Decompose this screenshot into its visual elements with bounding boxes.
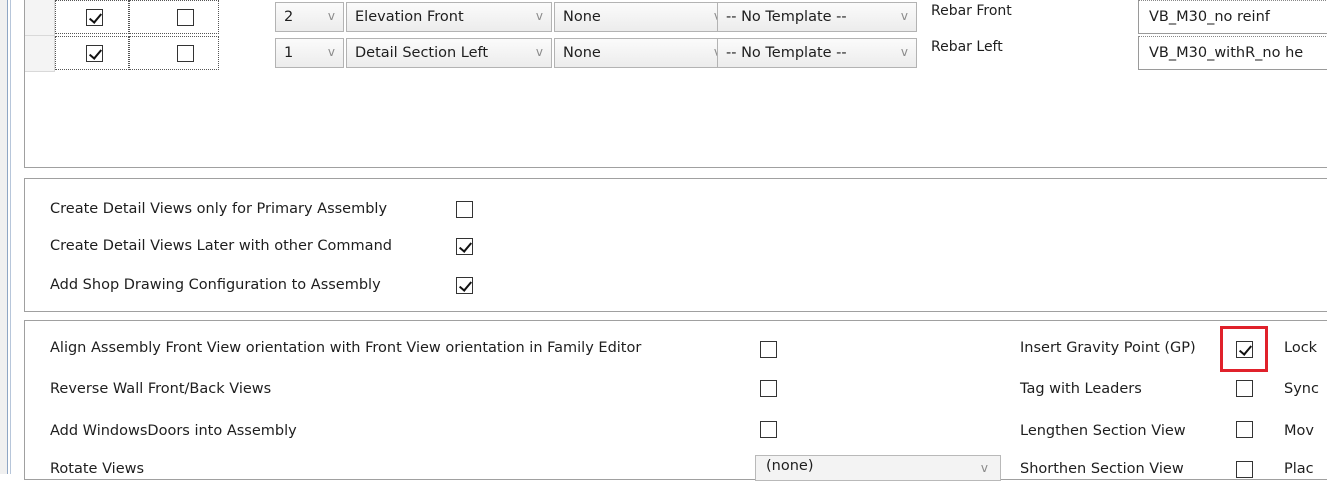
template-value: -- No Template -- [726,9,847,25]
row-enabled-checkbox[interactable] [86,45,103,62]
window-edge-line [10,0,11,474]
grid-row-1: 2 v Elevation Front v None v -- No Templ… [25,0,1327,36]
value-cell[interactable]: VB_M30_withR_no he [1138,36,1327,70]
chevron-down-icon: v [535,9,543,23]
view-combo[interactable]: Elevation Front v [346,2,552,32]
highlight-box [1220,326,1268,372]
value-cell[interactable]: VB_M30_no reinf [1138,0,1327,34]
name-value: Rebar Front [931,3,1012,19]
align-front-label: Align Assembly Front View orientation wi… [50,340,642,356]
name-cell[interactable]: Rebar Front [925,0,1130,34]
chevron-down-icon: v [900,9,908,23]
detail-options-group: Create Detail Views only for Primary Ass… [24,178,1327,312]
reverse-wall-checkbox[interactable] [760,380,777,397]
row-header[interactable] [25,0,55,36]
name-value: Rebar Left [931,39,1003,55]
shorthen-section-label: Shorthen Section View [1020,461,1184,477]
window-edge [0,0,8,474]
row-enabled-checkbox[interactable] [86,9,103,26]
chevron-down-icon: v [535,45,543,59]
lengthen-section-checkbox[interactable] [1236,421,1253,438]
option-combo[interactable]: None v [554,2,730,32]
lengthen-section-label: Lengthen Section View [1020,423,1186,439]
value-text: VB_M30_no reinf [1149,9,1270,25]
later-command-label: Create Detail Views Later with other Com… [50,238,392,254]
lock-label: Lock [1284,340,1318,356]
reverse-wall-label: Reverse Wall Front/Back Views [50,381,272,397]
value-text: VB_M30_withR_no he [1149,45,1304,61]
tag-leaders-label: Tag with Leaders [1020,381,1142,397]
row-option-checkbox[interactable] [177,45,194,62]
number-value: 2 [284,9,294,25]
move-label: Mov [1284,423,1314,439]
later-command-checkbox[interactable] [456,238,473,255]
windows-doors-label: Add WindowsDoors into Assembly [50,423,297,439]
gravity-point-label: Insert Gravity Point (GP) [1020,340,1196,356]
place-label: Plac [1284,461,1314,477]
template-combo[interactable]: -- No Template -- v [717,38,917,68]
grid-cell [55,36,129,70]
grid-cell [129,36,219,70]
view-value: Elevation Front [355,9,464,25]
sync-label: Sync [1284,381,1319,397]
row-header[interactable] [25,36,55,72]
option-value: None [563,9,601,25]
view-value: Detail Section Left [355,45,489,61]
primary-only-label: Create Detail Views only for Primary Ass… [50,201,388,217]
number-value: 1 [284,45,294,61]
name-cell[interactable]: Rebar Left [925,36,1130,70]
views-grid: 2 v Elevation Front v None v -- No Templ… [24,0,1327,168]
row-option-checkbox[interactable] [177,9,194,26]
primary-only-checkbox[interactable] [456,201,473,218]
template-combo[interactable]: -- No Template -- v [717,2,917,32]
rotate-views-select[interactable]: (none) v [755,455,1001,481]
option-value: None [563,45,601,61]
number-combo[interactable]: 1 v [275,38,344,68]
chevron-down-icon: v [327,45,335,59]
shop-drawing-label: Add Shop Drawing Configuration to Assemb… [50,277,381,293]
template-value: -- No Template -- [726,45,847,61]
grid-row-2: 1 v Detail Section Left v None v -- No T… [25,36,1327,72]
chevron-down-icon: v [900,45,908,59]
chevron-down-icon: v [327,9,335,23]
align-front-checkbox[interactable] [760,341,777,358]
option-combo[interactable]: None v [554,38,730,68]
chevron-down-icon: v [980,461,988,475]
view-combo[interactable]: Detail Section Left v [346,38,552,68]
grid-cell [129,0,219,34]
rotate-views-value: (none) [766,458,814,474]
grid-cell [55,0,129,34]
shop-drawing-checkbox[interactable] [456,277,473,294]
assembly-options-group: Align Assembly Front View orientation wi… [24,320,1327,480]
shorthen-section-checkbox[interactable] [1236,461,1253,478]
windows-doors-checkbox[interactable] [760,421,777,438]
rotate-views-label: Rotate Views [50,461,145,477]
number-combo[interactable]: 2 v [275,2,344,32]
tag-leaders-checkbox[interactable] [1236,380,1253,397]
